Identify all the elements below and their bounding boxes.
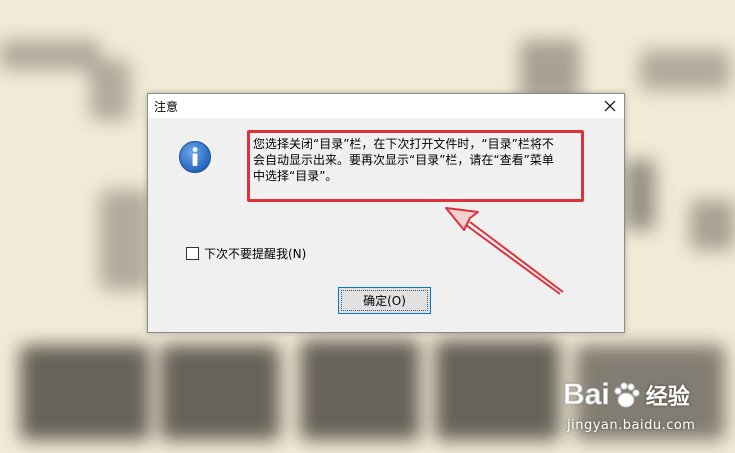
dont-remind-checkbox-row[interactable]: 下次不要提醒我(N): [186, 245, 306, 262]
close-button[interactable]: [596, 94, 624, 118]
dialog-title: 注意: [154, 100, 179, 114]
close-icon: [604, 100, 616, 112]
notice-dialog: 注意 您选择关闭“目录”栏，在下次打开文件时，“目录”栏将不 会自动显示出来。要…: [147, 93, 625, 333]
baidu-jingyan-watermark: Bai 经验 jingyan.baidu.com: [563, 372, 733, 442]
watermark-brand-text: 经验: [645, 385, 690, 410]
ok-button[interactable]: 确定(O): [338, 287, 431, 314]
watermark-url: jingyan.baidu.com: [567, 418, 696, 433]
info-icon: [179, 141, 211, 173]
paw-icon: [613, 382, 640, 408]
highlight-box: [247, 130, 584, 202]
dialog-titlebar: 注意: [148, 94, 624, 118]
dont-remind-checkbox[interactable]: [186, 247, 199, 260]
focus-ring: [341, 290, 428, 311]
checkbox-label: 下次不要提醒我(N): [204, 247, 307, 261]
watermark-logo-text: Bai: [563, 378, 611, 412]
watermark-logo: Bai 经验: [563, 378, 690, 412]
